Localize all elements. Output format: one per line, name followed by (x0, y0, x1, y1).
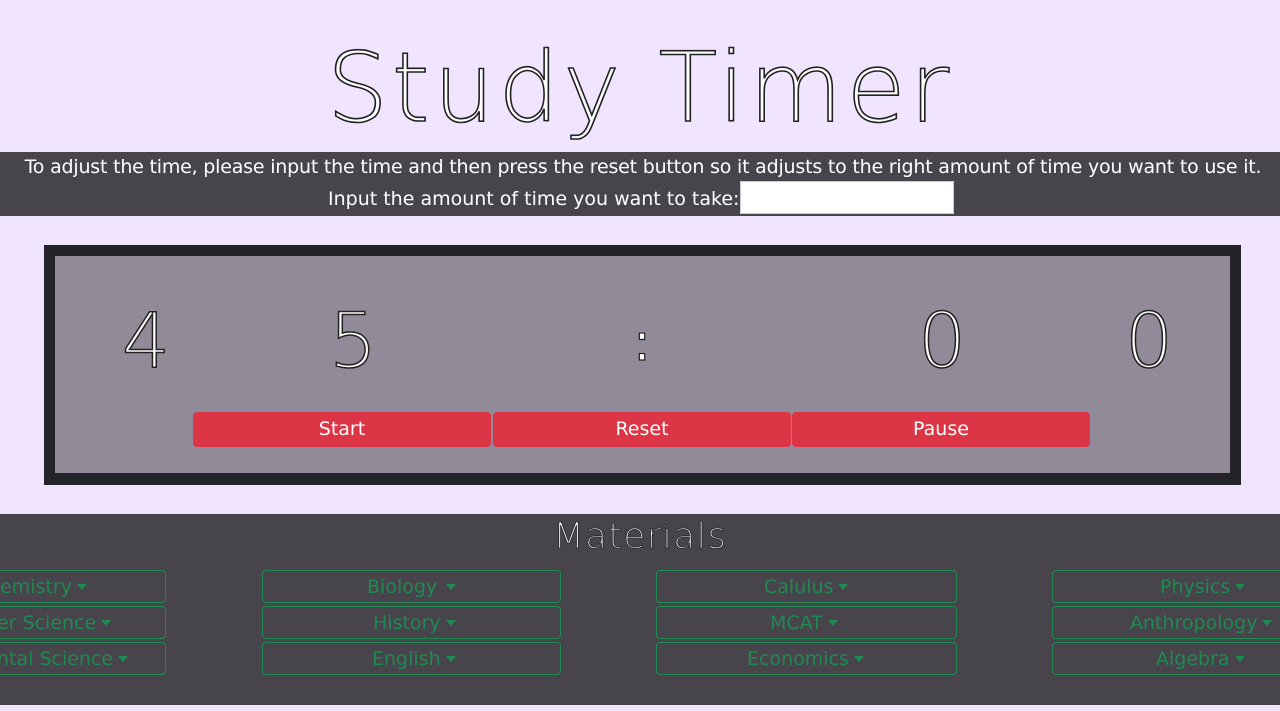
pause-button[interactable]: Pause (792, 412, 1090, 447)
dropdown-algebra[interactable]: Algebra (1052, 642, 1280, 675)
caret-down-icon (853, 656, 864, 662)
dropdown-label: English (372, 644, 456, 674)
dropdown-history[interactable]: History (262, 606, 561, 639)
seconds-tens-digit: 0 (917, 295, 967, 386)
timer-frame: 4 5 : 0 0 Start Reset Pause (44, 245, 1241, 485)
dropdown-label: MCAT (770, 608, 838, 638)
page-footer-strip (0, 705, 1280, 711)
dropdown-english[interactable]: English (262, 642, 561, 675)
dropdown-calculus[interactable]: Calulus (656, 570, 957, 603)
caret-down-icon (1234, 656, 1245, 662)
page-title: Study Timer (326, 31, 954, 145)
dropdown-computer-science[interactable]: er Science (0, 606, 166, 639)
dropdown-label: History (373, 608, 456, 638)
dropdown-label: Biology (367, 572, 457, 602)
dropdown-label: Calulus (764, 572, 849, 602)
caret-down-icon (445, 656, 456, 662)
dropdown-label: Physics (1160, 572, 1246, 602)
caret-down-icon (445, 620, 456, 626)
dropdown-anthropology[interactable]: Anthropology (1052, 606, 1280, 639)
caret-down-icon (101, 620, 112, 626)
dropdown-label: ntal Science (0, 644, 129, 674)
dropdown-label: Algebra (1156, 644, 1245, 674)
start-button[interactable]: Start (193, 412, 491, 447)
instructions-band: To adjust the time, please input the tim… (0, 152, 1280, 216)
dropdown-label: Anthropology (1130, 608, 1273, 638)
caret-down-icon (1235, 584, 1246, 590)
dropdown-mcat[interactable]: MCAT (656, 606, 957, 639)
caret-down-icon (446, 584, 457, 590)
time-input-label: Input the amount of time you want to tak… (328, 188, 740, 210)
minutes-ones-digit: 5 (328, 295, 378, 386)
materials-title: Materials (552, 516, 727, 558)
caret-down-icon (827, 620, 838, 626)
caret-down-icon (838, 584, 849, 590)
reset-button[interactable]: Reset (493, 412, 791, 447)
minutes-tens-digit: 4 (121, 295, 171, 386)
dropdown-environmental-science[interactable]: ntal Science (0, 642, 166, 675)
dropdown-label: emistry (0, 572, 87, 602)
dropdown-label: Economics (747, 644, 864, 674)
dropdown-biology[interactable]: Biology (262, 570, 561, 603)
dropdown-chemistry[interactable]: emistry (0, 570, 166, 603)
dropdown-label: er Science (0, 608, 112, 638)
time-separator: : (633, 312, 652, 373)
dropdown-economics[interactable]: Economics (656, 642, 957, 675)
materials-section: Materials emistry er Science ntal Scienc… (0, 514, 1280, 705)
time-input[interactable] (740, 181, 954, 214)
caret-down-icon (76, 584, 87, 590)
instruction-text: To adjust the time, please input the tim… (24, 156, 1262, 178)
seconds-ones-digit: 0 (1124, 295, 1174, 386)
caret-down-icon (1262, 620, 1273, 626)
caret-down-icon (118, 656, 129, 662)
dropdown-physics[interactable]: Physics (1052, 570, 1280, 603)
timer-panel: 4 5 : 0 0 Start Reset Pause (55, 256, 1230, 473)
